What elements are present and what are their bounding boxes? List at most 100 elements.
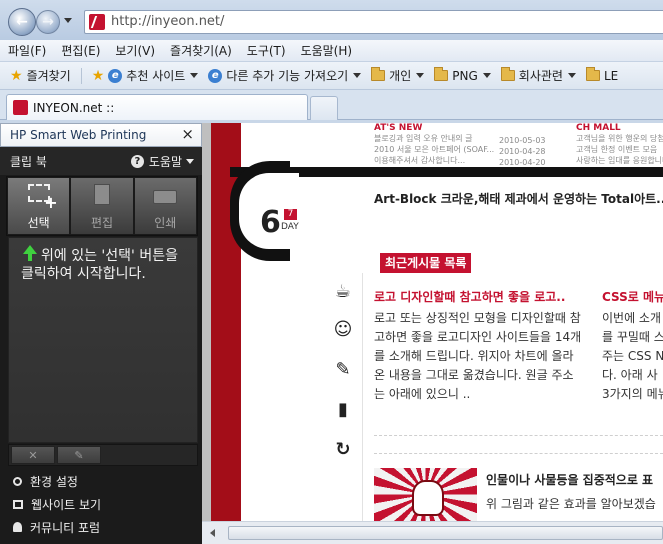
chevron-down-icon [186,159,194,164]
mall-item[interactable]: 고객님 한정 이벤트 모음 [576,144,663,155]
fav-folder-png[interactable]: PNG [434,67,491,83]
folder-icon [434,67,449,81]
fav-more-addons-label: 다른 추가 기능 가져오기 [226,69,349,83]
fav-more-addons[interactable]: e 다른 추가 기능 가져오기 [208,67,362,84]
scroll-left-icon[interactable] [210,529,215,537]
menu-bar: 파일(F) 편집(E) 보기(V) 즐겨찾기(A) 도구(T) 도움말(H) [0,40,663,62]
menu-help[interactable]: 도움말(H) [293,42,360,59]
settings-link[interactable]: 환경 설정 [0,470,202,492]
coffee-icon[interactable]: ☕ [332,281,354,303]
date-number: 6 [260,205,281,240]
help-button[interactable]: ? 도움말 [130,153,194,170]
banner-link[interactable]: Art-Block 크라운,해태 제과에서 운영하는 Total아트.. [374,190,663,207]
scrollbar-thumb[interactable] [228,526,663,540]
fav-folder-personal[interactable]: 개인 [371,67,425,84]
post-title[interactable]: 로고 디자인할때 참고하면 좋을 로고.. [374,288,565,305]
fav-folder-company[interactable]: 회사관련 [500,67,576,84]
post-excerpt-line: 3가지의 메뉴 [602,387,663,401]
tab-bar: INYEON.net :: [0,90,663,120]
chevron-down-icon [353,73,362,78]
forward-button[interactable]: → [36,10,60,34]
menu-file[interactable]: 파일(F) [0,42,53,59]
menu-view[interactable]: 보기(V) [107,42,162,59]
fav-recommended-label: 추천 사이트 [126,69,186,83]
menu-favorites[interactable]: 즐겨찾기(A) [162,42,239,59]
chevron-down-icon [482,73,491,78]
divider [374,453,663,454]
post-thumbnail[interactable] [374,468,477,521]
news-date: 2010-05-03 [499,136,546,145]
site-favicon-icon [13,100,28,115]
user-icon [13,522,22,532]
fav-folder-label: PNG [452,68,478,83]
website-icon [13,499,23,509]
fav-recommended-sites[interactable]: ★ e 추천 사이트 [92,67,199,84]
star-icon: ★ [10,67,23,84]
hp-smart-web-printing-panel: HP Smart Web Printing × 클립 북 ? 도움말 선택 편집… [0,123,202,544]
favorites-bar: ★ 즐겨찾기 ★ e 추천 사이트 e 다른 추가 기능 가져오기 개인 PNG… [0,62,663,90]
back-button[interactable]: ← [8,8,36,36]
history-dropdown-icon[interactable] [64,18,72,23]
hp-panel-header: HP Smart Web Printing × [0,123,202,147]
forum-label: 커뮤니티 포럼 [30,520,101,535]
website-link[interactable]: 웹사이트 보기 [0,493,202,515]
forum-link[interactable]: 커뮤니티 포럼 [0,516,202,538]
mall-heading: CH MALL [576,123,621,133]
refresh-icon[interactable]: ↻ [332,439,354,461]
edit-clip-button[interactable]: ✎ [57,446,101,464]
delete-clip-button[interactable]: ✕ [11,446,55,464]
arrow-left-icon: ← [16,14,28,30]
settings-label: 환경 설정 [30,474,78,489]
headset-icon[interactable]: ☺ [332,319,354,341]
site-favicon-icon [89,14,105,30]
menu-edit[interactable]: 편집(E) [53,42,107,59]
address-bar[interactable]: http://inyeon.net/ [84,10,663,34]
mall-item[interactable]: 사랑하는 임대를 응원합니다 [576,155,663,166]
add-favorite-icon: ★ [91,67,105,84]
help-label: 도움말 [148,155,182,169]
page-gutter [202,123,211,521]
horizontal-scrollbar[interactable] [202,521,663,544]
post-excerpt: 위 그림과 같은 효과를 알아보겠습 [486,497,656,511]
print-label: 인쇄 [154,216,177,230]
hint-text: 위에 있는 '선택' 버튼을 클릭하여 시작합니다. [21,248,178,282]
post-excerpt-line: 주는 CSS N [602,349,663,363]
select-icon [27,184,58,212]
fav-folder-label: LE [603,68,619,83]
favorites-divider [80,67,82,84]
post-title[interactable]: CSS로 메뉴 [602,288,663,305]
favorites-button[interactable]: ★ 즐겨찾기 [10,67,71,84]
mall-item[interactable]: 고객님을 위한 행운의 당첨 [576,133,663,144]
tool-buttons: 선택 편집 인쇄 [6,176,198,236]
address-url[interactable]: http://inyeon.net/ [111,14,224,29]
column-divider [362,273,363,521]
pencil-icon: ✎ [74,448,84,462]
browser-titlebar: ← → http://inyeon.net/ [0,0,663,40]
news-date: 2010-04-28 [499,147,546,156]
ie-icon: e [108,68,123,83]
post-excerpt-line: 다. 아래 사 [602,368,658,382]
print-button[interactable]: 인쇄 [133,177,197,235]
edit-button[interactable]: 편집 [70,177,134,235]
close-icon: ✕ [28,448,38,462]
tab-inyeon[interactable]: INYEON.net :: [6,94,308,120]
clip-area: 위에 있는 '선택' 버튼을 클릭하여 시작합니다. [8,237,198,443]
post-excerpt-line: 를 꾸밀때 스 [602,330,663,344]
edit-label: 편집 [90,216,114,230]
news-dates: 2010-05-03 2010-04-28 2010-04-20 [499,135,546,168]
close-icon[interactable]: × [181,125,194,143]
pencil-icon[interactable]: ✎ [332,359,354,381]
clipbook-label[interactable]: 클립 북 [10,153,47,170]
post-excerpt: 로고 또는 상징적인 모형을 디자인할때 참고하면 좋을 로고디자인 사이트들을… [374,311,582,401]
select-button[interactable]: 선택 [7,177,71,235]
chevron-down-icon [567,73,576,78]
tab-title: INYEON.net :: [33,100,115,115]
bookmark-icon[interactable]: ▮ [332,399,354,421]
arrow-right-icon: → [42,14,54,30]
fav-folder-le[interactable]: LE [585,67,619,83]
recent-posts-heading: 최근게시물 목록 [380,253,472,273]
new-tab-button[interactable] [310,96,338,120]
menu-tools[interactable]: 도구(T) [239,42,293,59]
post-title[interactable]: 인물이나 사물등을 집중적으로 표 [486,471,653,488]
folder-icon [585,67,600,81]
